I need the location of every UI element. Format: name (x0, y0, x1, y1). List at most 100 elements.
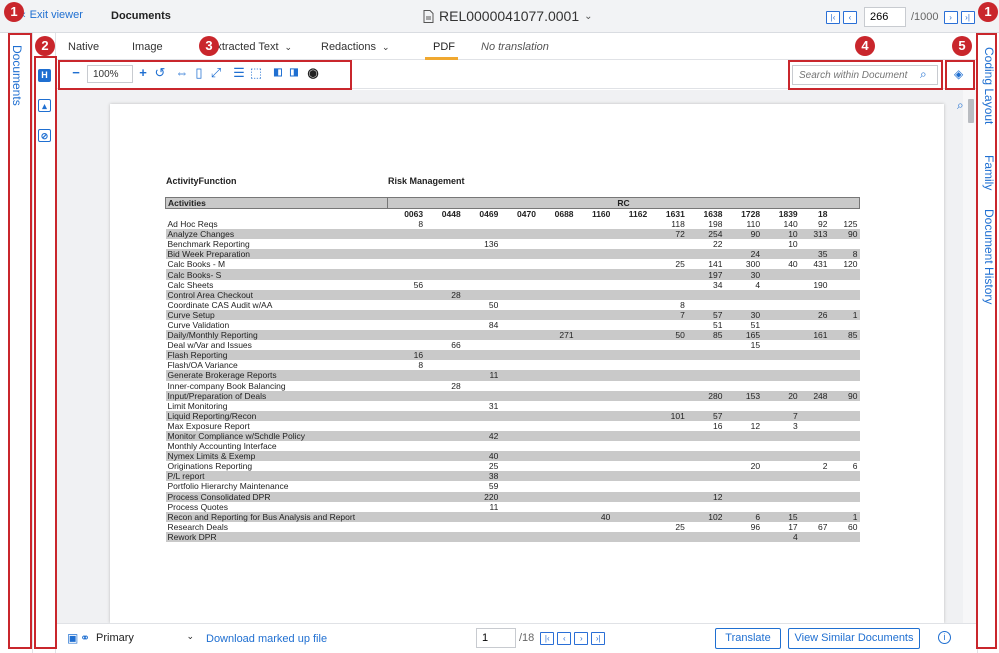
activity-value (425, 441, 463, 451)
activity-value: 1 (829, 511, 860, 522)
next-document-icon[interactable]: › (943, 10, 958, 24)
activity-value (649, 421, 687, 431)
activity-value (575, 491, 613, 502)
activity-value (500, 239, 538, 249)
callout-marker-3: 3 (199, 36, 219, 56)
tab-native[interactable]: Native (68, 41, 99, 53)
activity-value (500, 300, 538, 310)
first-document-icon[interactable]: |‹ (826, 10, 840, 24)
codes-label-cell (166, 209, 388, 220)
first-page-icon[interactable]: |‹ (540, 631, 555, 645)
activity-value (762, 249, 800, 260)
activity-value (576, 481, 613, 491)
activity-value (425, 461, 463, 471)
tab-pdf[interactable]: PDF (433, 41, 455, 53)
tab-extracted-text[interactable]: Extracted Text ⌄ (209, 41, 292, 53)
tab-redactions[interactable]: Redactions ⌄ (321, 41, 390, 53)
activity-name: Input/Preparation of Deals (165, 390, 388, 401)
relations-icon[interactable]: ⚭ (80, 631, 90, 645)
activity-value (500, 410, 538, 421)
side-search-icon[interactable]: ⌕ (957, 98, 964, 113)
activity-value (387, 249, 426, 260)
activity-value (724, 441, 762, 451)
activity-value (799, 491, 830, 502)
viewer-scrollbar[interactable] (963, 90, 977, 623)
activity-value (387, 289, 426, 300)
download-marked-up-link[interactable]: Download marked up file (206, 633, 327, 645)
activity-value (612, 531, 650, 542)
activity-value (687, 441, 725, 451)
activity-value (538, 239, 576, 249)
activity-value (500, 421, 538, 431)
activity-value: 51 (750, 319, 761, 330)
activity-value: 50 (488, 299, 499, 310)
table-row: Deal w/Var and Issues 66 15 (166, 340, 860, 350)
activity-value (724, 502, 762, 512)
activity-value (686, 289, 725, 300)
document-number-input[interactable] (864, 7, 906, 27)
activity-value (538, 300, 576, 310)
activity-value (724, 430, 763, 442)
activity-name: Recon and Reporting for Bus Analysis and… (165, 511, 388, 522)
next-page-icon[interactable]: › (574, 631, 589, 645)
activity-name: Max Exposure Report (167, 420, 250, 431)
tab-image[interactable]: Image (132, 41, 163, 53)
tab-translation[interactable]: No translation (481, 41, 549, 53)
activity-value (575, 330, 613, 341)
activity-value: 90 (724, 229, 763, 240)
activity-value (649, 340, 687, 350)
activity-value (500, 451, 538, 462)
book-icon[interactable]: ▣ (67, 631, 78, 645)
activity-value (724, 451, 763, 462)
table-row: Liquid Reporting/Recon 101 57 7 (165, 410, 860, 421)
activity-value (686, 249, 725, 260)
activity-value: 66 (451, 340, 461, 351)
page-number-input[interactable] (476, 628, 516, 648)
activity-value (612, 491, 650, 502)
rc-code: 0688 (554, 209, 574, 219)
activity-value (724, 350, 763, 361)
activity-value (387, 390, 426, 401)
activity-value (538, 259, 576, 269)
translate-button[interactable]: Translate (715, 628, 781, 649)
activity-value (762, 340, 800, 350)
activity-value (649, 239, 687, 249)
activity-value (575, 289, 613, 300)
exit-viewer-button[interactable]: ‹ Exit viewer (22, 9, 83, 21)
activity-value (762, 320, 800, 330)
viewer-tabs: Native Image Extracted Text ⌄ Redactions ⌄… (56, 33, 977, 60)
activity-value (612, 259, 649, 269)
last-document-icon[interactable]: ›| (960, 10, 975, 24)
activity-value (829, 531, 860, 542)
callout-outline-toolbar (58, 60, 352, 90)
activity-value (462, 249, 501, 260)
view-similar-documents-button[interactable]: View Similar Documents (788, 628, 920, 649)
breadcrumb[interactable]: Documents (111, 10, 171, 22)
activity-value (612, 239, 649, 249)
activity-value (463, 421, 501, 431)
activity-value (387, 451, 426, 462)
document-title[interactable]: REL0000041077.0001 ⌄ (423, 8, 593, 24)
activity-value (649, 280, 687, 290)
activity-name: Flash Reporting (165, 350, 388, 361)
activity-value (762, 350, 800, 361)
activity-value (425, 370, 463, 381)
markup-set-select[interactable]: Primary ⌄ (92, 629, 200, 649)
activity-value (724, 300, 762, 310)
scrollbar-thumb[interactable] (968, 99, 974, 123)
activity-value (462, 330, 501, 341)
table-row: Inner-company Book Balancing 28 (166, 381, 860, 391)
activity-value (612, 401, 649, 411)
activity-value (800, 401, 830, 411)
activity-value (463, 360, 501, 370)
previous-document-icon[interactable]: ‹ (843, 10, 857, 24)
info-icon[interactable]: i (938, 631, 951, 644)
activity-value (537, 249, 576, 260)
activity-value (388, 239, 426, 249)
previous-page-icon[interactable]: ‹ (557, 631, 572, 645)
activity-value (724, 471, 763, 482)
rc-code: 0448 (441, 209, 461, 219)
activity-value (649, 430, 687, 442)
last-page-icon[interactable]: ›| (591, 631, 606, 645)
activity-value: 141 (708, 259, 723, 270)
